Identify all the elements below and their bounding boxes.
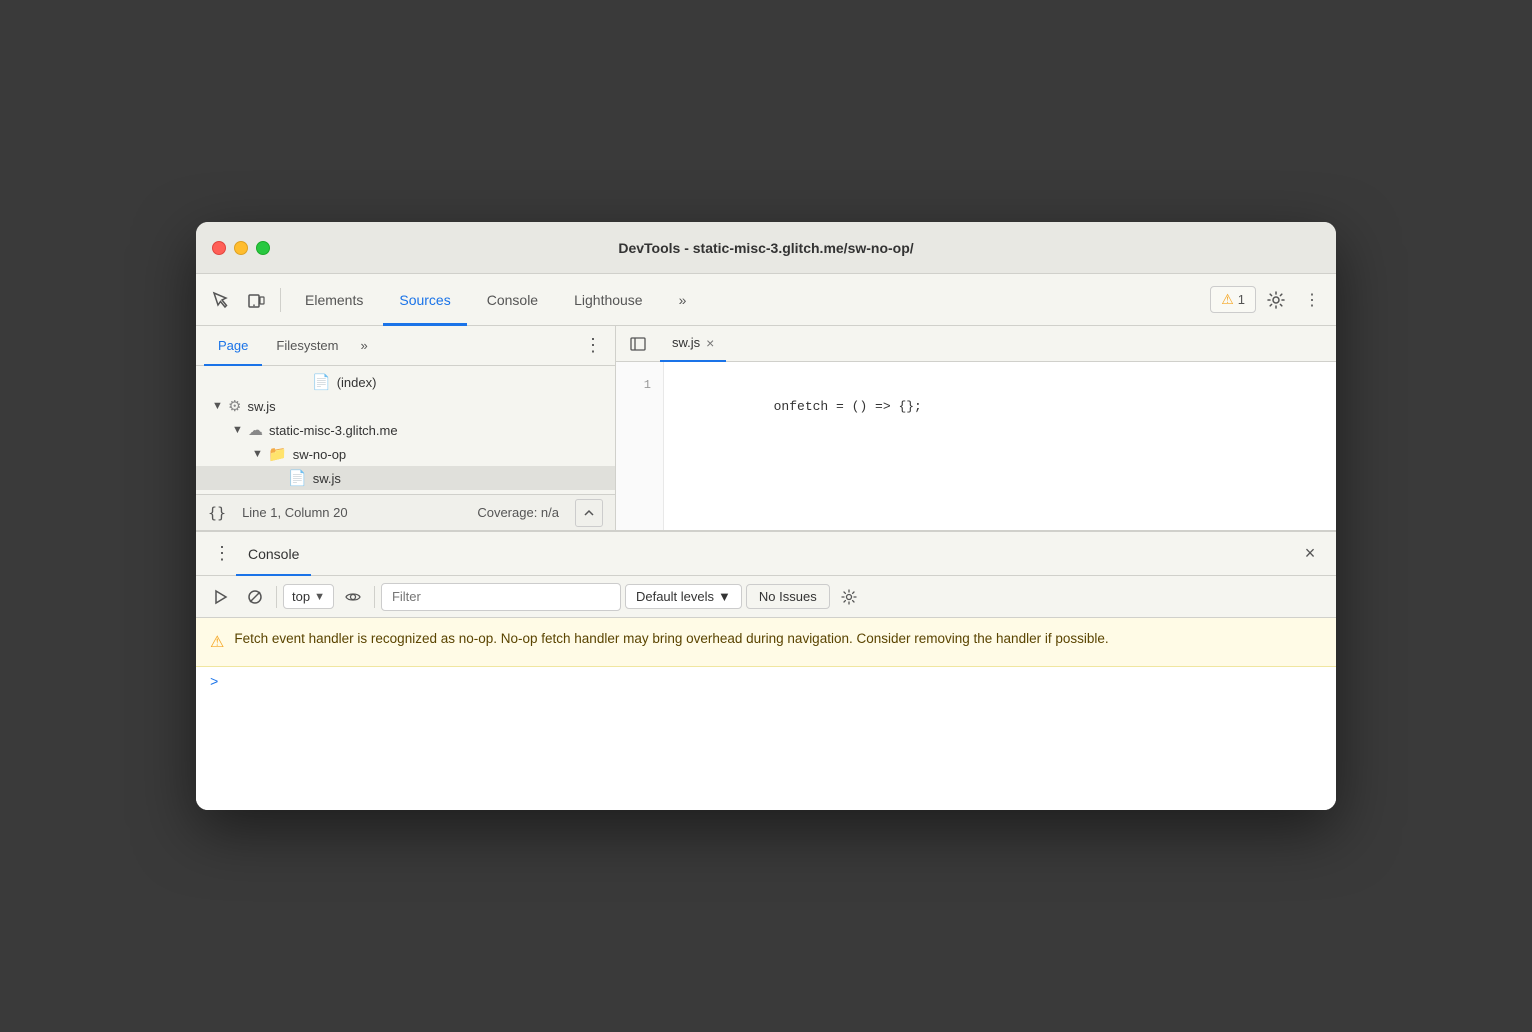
- titlebar: DevTools - static-misc-3.glitch.me/sw-no…: [196, 222, 1336, 274]
- sidebar-toggle-icon[interactable]: [624, 330, 652, 358]
- warning-triangle-icon: ⚠: [1221, 291, 1234, 308]
- block-requests-button[interactable]: [240, 582, 270, 612]
- top-toolbar: Elements Sources Console Lighthouse » ⚠ …: [196, 274, 1336, 326]
- gear-icon: ⚙: [228, 397, 241, 415]
- right-panel: sw.js × 1 onfetch = () => {};: [616, 326, 1336, 530]
- file-tab-swjs[interactable]: sw.js ×: [660, 326, 726, 362]
- code-area: 1 onfetch = () => {};: [616, 362, 1336, 530]
- tree-item-label: sw-no-op: [293, 447, 346, 462]
- tab-sources[interactable]: Sources: [383, 274, 466, 326]
- toolbar-right: ⚠ 1 ⋮: [1210, 284, 1328, 316]
- window-title: DevTools - static-misc-3.glitch.me/sw-no…: [618, 240, 913, 256]
- tree-item-swjs-file[interactable]: 📄 sw.js: [196, 466, 615, 490]
- run-script-button[interactable]: [206, 582, 236, 612]
- more-panel-tabs[interactable]: »: [353, 326, 376, 366]
- tree-item-label: sw.js: [313, 471, 341, 486]
- console-input-line: >: [196, 667, 1336, 699]
- levels-arrow-icon: ▼: [718, 589, 731, 604]
- coverage-status: Coverage: n/a: [477, 505, 559, 520]
- close-tab-button[interactable]: ×: [706, 336, 714, 350]
- toolbar-divider2: [374, 586, 375, 608]
- tab-filesystem[interactable]: Filesystem: [262, 326, 352, 366]
- warning-message: ⚠ Fetch event handler is recognized as n…: [196, 618, 1336, 667]
- warnings-badge[interactable]: ⚠ 1: [1210, 286, 1256, 313]
- folder-icon: 📁: [268, 445, 287, 463]
- console-toolbar: top ▼ Default levels ▼ No Issues: [196, 576, 1336, 618]
- cloud-icon: ☁: [248, 421, 263, 439]
- tree-item-label: sw.js: [247, 399, 275, 414]
- context-arrow-icon: ▼: [314, 591, 325, 603]
- file-tabs: sw.js ×: [616, 326, 1336, 362]
- levels-selector[interactable]: Default levels ▼: [625, 584, 742, 609]
- divider: [280, 288, 281, 312]
- traffic-lights: [212, 241, 270, 255]
- console-close-button[interactable]: ×: [1296, 540, 1324, 568]
- close-button[interactable]: [212, 241, 226, 255]
- console-input[interactable]: [226, 675, 1322, 690]
- tree-item-swjs-root[interactable]: ▼ ⚙ sw.js: [196, 394, 615, 418]
- cursor-position: Line 1, Column 20: [242, 505, 348, 520]
- status-bar: {} Line 1, Column 20 Coverage: n/a: [196, 494, 615, 530]
- warnings-count: 1: [1238, 292, 1245, 307]
- panel-options-icon[interactable]: ⋮: [579, 332, 607, 360]
- left-panel: Page Filesystem » ⋮ 📄 (index) ▼ ⚙: [196, 326, 616, 530]
- minimize-button[interactable]: [234, 241, 248, 255]
- console-header-options-icon[interactable]: ⋮: [208, 540, 236, 568]
- code-content[interactable]: onfetch = () => {};: [664, 362, 1336, 530]
- eye-visibility-button[interactable]: [338, 582, 368, 612]
- toolbar-divider: [276, 586, 277, 608]
- doc-icon: 📄: [312, 373, 331, 391]
- cursor-icon[interactable]: [204, 284, 236, 316]
- filter-input[interactable]: [381, 583, 621, 611]
- panel-tabs: Page Filesystem » ⋮: [196, 326, 615, 366]
- tab-lighthouse[interactable]: Lighthouse: [558, 274, 659, 326]
- console-tab[interactable]: Console: [236, 532, 311, 576]
- tree-item-domain[interactable]: ▼ ☁ static-misc-3.glitch.me: [196, 418, 615, 442]
- tree-item-folder[interactable]: ▼ 📁 sw-no-op: [196, 442, 615, 466]
- console-prompt: >: [210, 675, 218, 691]
- code-line-1: onfetch = () => {};: [774, 399, 922, 414]
- console-messages: ⚠ Fetch event handler is recognized as n…: [196, 618, 1336, 810]
- line-numbers: 1: [616, 362, 664, 530]
- more-tabs-button[interactable]: »: [663, 274, 703, 326]
- no-issues-button[interactable]: No Issues: [746, 584, 830, 609]
- content-area: Page Filesystem » ⋮ 📄 (index) ▼ ⚙: [196, 326, 1336, 530]
- js-file-icon: 📄: [288, 469, 307, 487]
- more-options-button[interactable]: ⋮: [1296, 284, 1328, 316]
- tree-item-label: (index): [337, 375, 377, 390]
- tree-item-index[interactable]: 📄 (index): [196, 370, 615, 394]
- device-toggle-icon[interactable]: [240, 284, 272, 316]
- bottom-panel: ⋮ Console × top: [196, 530, 1336, 810]
- devtools-body: Elements Sources Console Lighthouse » ⚠ …: [196, 274, 1336, 810]
- settings-button[interactable]: [1260, 284, 1292, 316]
- context-selector[interactable]: top ▼: [283, 584, 334, 609]
- tree-item-label: static-misc-3.glitch.me: [269, 423, 398, 438]
- warning-icon: ⚠: [210, 630, 224, 656]
- file-tab-name: sw.js: [672, 335, 700, 350]
- line-number-1: 1: [616, 374, 663, 396]
- console-settings-icon[interactable]: [834, 582, 864, 612]
- levels-label: Default levels: [636, 589, 714, 604]
- maximize-button[interactable]: [256, 241, 270, 255]
- warning-text: Fetch event handler is recognized as no-…: [234, 628, 1108, 650]
- format-icon[interactable]: {}: [208, 504, 226, 522]
- file-tree: 📄 (index) ▼ ⚙ sw.js ▼ ☁ static-misc-3.gl…: [196, 366, 615, 494]
- console-header: ⋮ Console ×: [196, 532, 1336, 576]
- tab-page[interactable]: Page: [204, 326, 262, 366]
- devtools-window: DevTools - static-misc-3.glitch.me/sw-no…: [196, 222, 1336, 810]
- tab-elements[interactable]: Elements: [289, 274, 379, 326]
- tab-console[interactable]: Console: [471, 274, 554, 326]
- context-label: top: [292, 589, 310, 604]
- scroll-to-top-button[interactable]: [575, 499, 603, 527]
